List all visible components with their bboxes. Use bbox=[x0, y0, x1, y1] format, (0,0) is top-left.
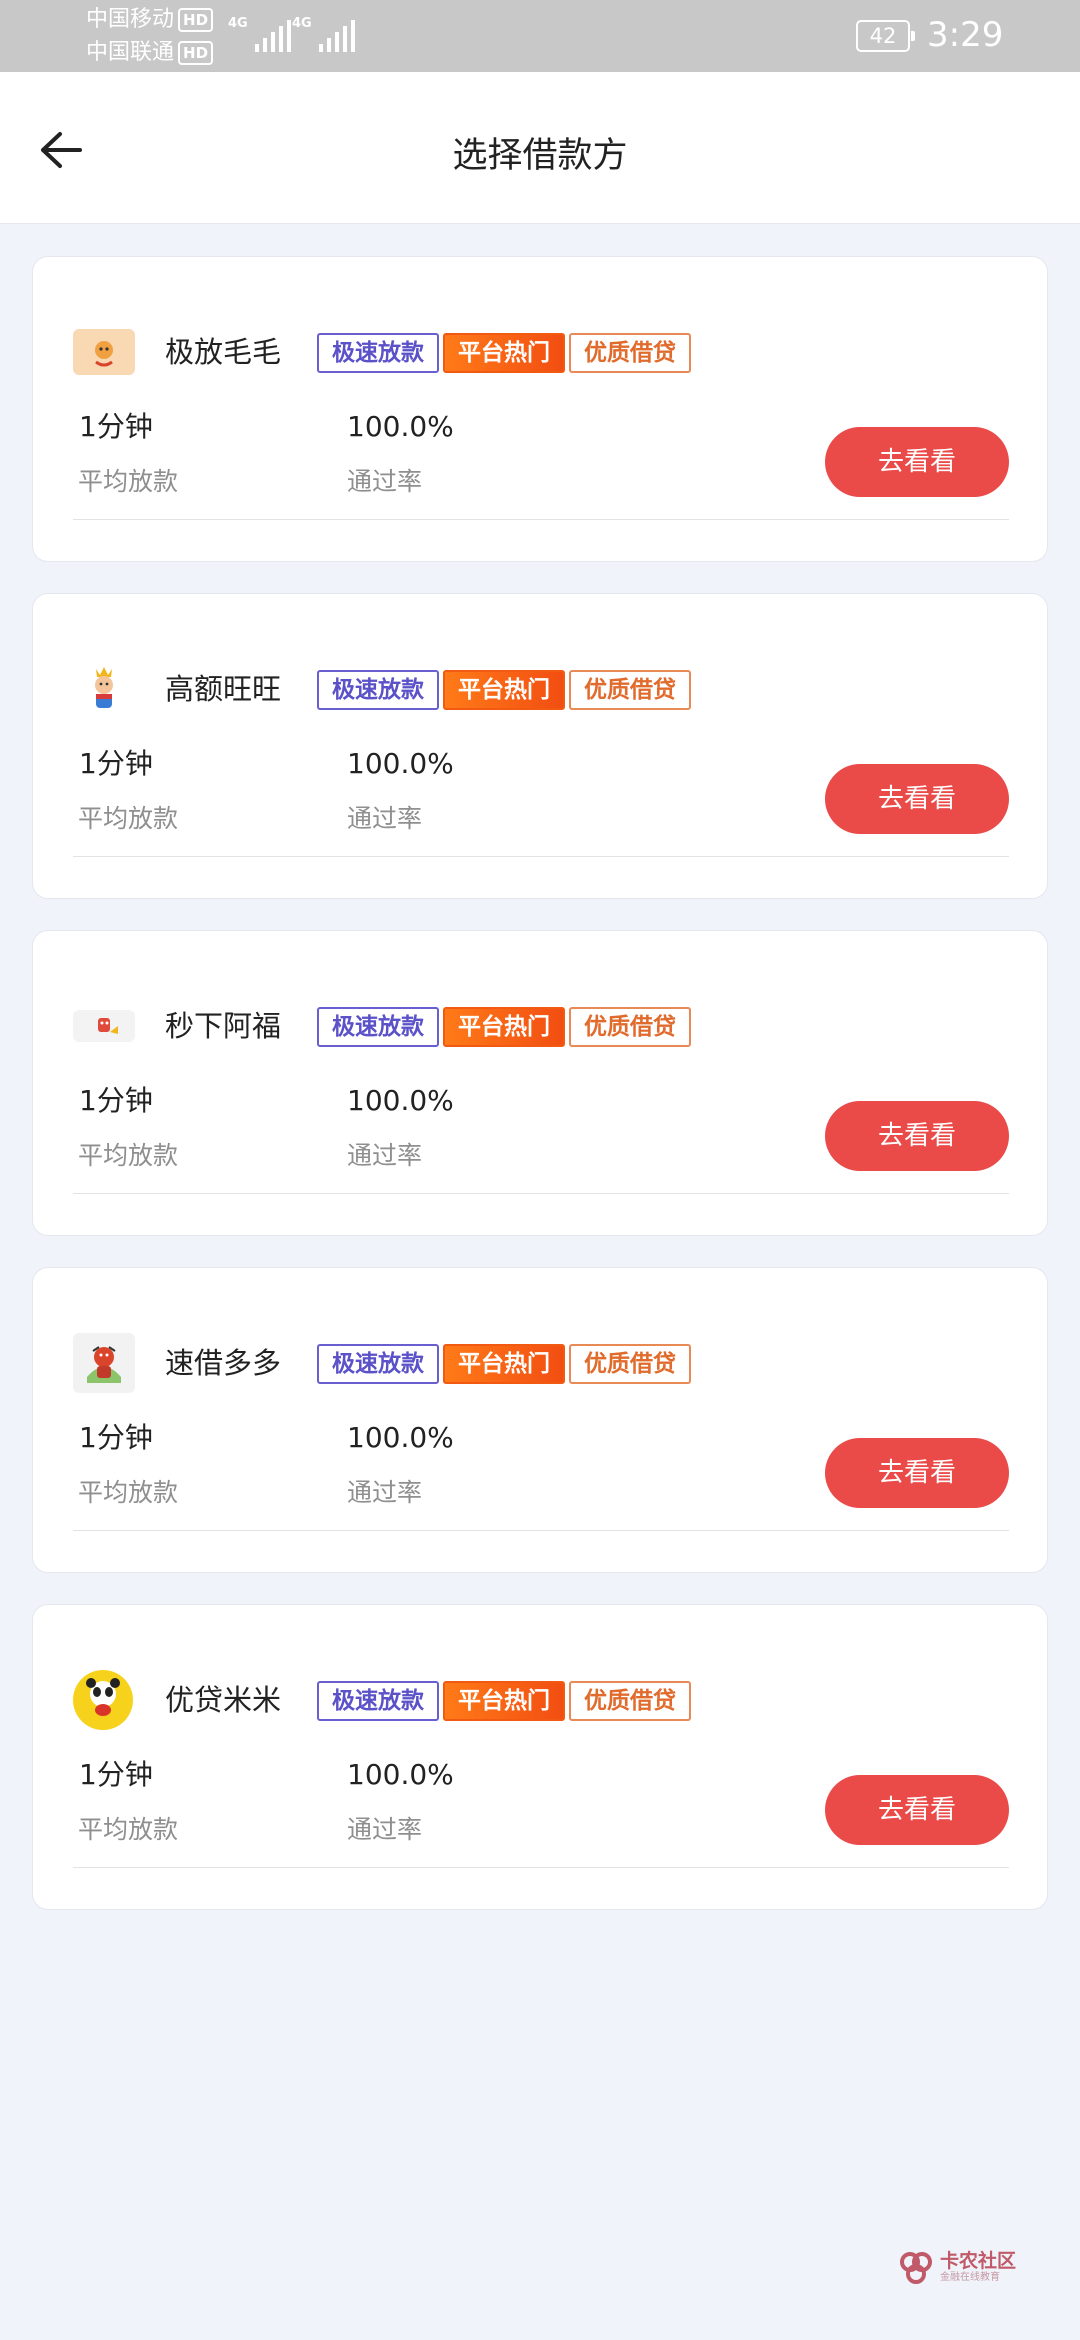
view-button[interactable]: 去看看 bbox=[825, 764, 1009, 834]
status-bar: 中国移动 HD 中国联通 HD 4G 4G 42 3:29 bbox=[0, 0, 1080, 72]
lender-name: 极放毛毛 bbox=[165, 335, 282, 369]
tag-group: 极速放款 平台热门 优质借贷 bbox=[317, 1007, 691, 1047]
divider bbox=[73, 1193, 1009, 1194]
pass-rate-label: 通过率 bbox=[347, 804, 423, 833]
carrier-2-name: 中国联通 bbox=[86, 40, 175, 65]
page-title: 选择借款方 bbox=[452, 136, 628, 176]
pass-rate-value: 100.0% bbox=[347, 747, 454, 780]
lender-name: 秒下阿福 bbox=[165, 1009, 282, 1043]
lender-card: 秒下阿福 极速放款 平台热门 优质借贷 1分钟 平均放款 100.0% 通过率 … bbox=[32, 930, 1048, 1236]
lender-name: 优贷米米 bbox=[165, 1683, 282, 1717]
lender-name: 高额旺旺 bbox=[165, 672, 282, 706]
watermark-logo-icon bbox=[900, 2252, 932, 2284]
battery-icon: 42 bbox=[856, 20, 915, 52]
tag-quality: 优质借贷 bbox=[569, 333, 691, 373]
lender-logo-icon bbox=[73, 1670, 133, 1730]
lender-card: 极放毛毛 极速放款 平台热门 优质借贷 1分钟 平均放款 100.0% 通过率 … bbox=[32, 256, 1048, 562]
tag-hot: 平台热门 bbox=[443, 1007, 565, 1047]
tag-speed: 极速放款 bbox=[317, 333, 439, 373]
tag-speed: 极速放款 bbox=[317, 670, 439, 710]
network-2: 4G bbox=[292, 16, 312, 31]
tag-speed: 极速放款 bbox=[317, 1681, 439, 1721]
tag-group: 极速放款 平台热门 优质借贷 bbox=[317, 333, 691, 373]
tag-group: 极速放款 平台热门 优质借贷 bbox=[317, 1344, 691, 1384]
tag-hot: 平台热门 bbox=[443, 1344, 565, 1384]
tag-quality: 优质借贷 bbox=[569, 1344, 691, 1384]
divider bbox=[73, 519, 1009, 520]
loan-time-label: 平均放款 bbox=[78, 1478, 179, 1507]
pass-rate-label: 通过率 bbox=[347, 467, 423, 496]
loan-time-value: 1分钟 bbox=[79, 1421, 153, 1454]
carrier-2: 中国联通 HD bbox=[86, 40, 214, 66]
lender-card: 速借多多 极速放款 平台热门 优质借贷 1分钟 平均放款 100.0% 通过率 … bbox=[32, 1267, 1048, 1573]
tag-hot: 平台热门 bbox=[443, 1681, 565, 1721]
tag-hot: 平台热门 bbox=[443, 333, 565, 373]
watermark-subtitle: 金融在线教育 bbox=[940, 2272, 1000, 2283]
carrier-1: 中国移动 HD bbox=[86, 7, 214, 33]
pass-rate-label: 通过率 bbox=[347, 1141, 423, 1170]
clock: 3:29 bbox=[927, 15, 1004, 55]
lender-logo-icon bbox=[73, 329, 135, 375]
header: 选择借款方 bbox=[0, 72, 1080, 224]
network-1: 4G bbox=[228, 16, 248, 31]
loan-time-label: 平均放款 bbox=[78, 467, 179, 496]
battery-level: 42 bbox=[869, 24, 897, 48]
tag-hot: 平台热门 bbox=[443, 670, 565, 710]
tag-quality: 优质借贷 bbox=[569, 1681, 691, 1721]
signal-2-icon: 4G bbox=[292, 16, 355, 52]
loan-time-value: 1分钟 bbox=[79, 410, 153, 443]
pass-rate-value: 100.0% bbox=[347, 410, 454, 443]
pass-rate-value: 100.0% bbox=[347, 1758, 454, 1791]
pass-rate-value: 100.0% bbox=[347, 1084, 454, 1117]
lender-list: 极放毛毛 极速放款 平台热门 优质借贷 1分钟 平均放款 100.0% 通过率 … bbox=[32, 256, 1048, 1941]
divider bbox=[73, 1530, 1009, 1531]
loan-time-value: 1分钟 bbox=[79, 1084, 153, 1117]
pass-rate-label: 通过率 bbox=[347, 1478, 423, 1507]
hd-badge: HD bbox=[178, 41, 214, 65]
watermark: 卡农社区 金融在线教育 bbox=[898, 2250, 1016, 2286]
view-button[interactable]: 去看看 bbox=[825, 1438, 1009, 1508]
view-button[interactable]: 去看看 bbox=[825, 1775, 1009, 1845]
view-button[interactable]: 去看看 bbox=[825, 1101, 1009, 1171]
tag-speed: 极速放款 bbox=[317, 1007, 439, 1047]
view-button[interactable]: 去看看 bbox=[825, 427, 1009, 497]
lender-logo-icon bbox=[73, 1010, 135, 1042]
divider bbox=[73, 1867, 1009, 1868]
pass-rate-label: 通过率 bbox=[347, 1815, 423, 1844]
loan-time-label: 平均放款 bbox=[78, 1815, 179, 1844]
pass-rate-value: 100.0% bbox=[347, 1421, 454, 1454]
lender-card: 优贷米米 极速放款 平台热门 优质借贷 1分钟 平均放款 100.0% 通过率 … bbox=[32, 1604, 1048, 1910]
tag-group: 极速放款 平台热门 优质借贷 bbox=[317, 1681, 691, 1721]
loan-time-value: 1分钟 bbox=[79, 1758, 153, 1791]
lender-logo-icon bbox=[73, 666, 135, 712]
loan-time-value: 1分钟 bbox=[79, 747, 153, 780]
lender-logo-icon bbox=[73, 1333, 135, 1393]
tag-quality: 优质借贷 bbox=[569, 670, 691, 710]
divider bbox=[73, 856, 1009, 857]
hd-badge: HD bbox=[178, 8, 214, 32]
signal-1-icon: 4G bbox=[228, 16, 291, 52]
watermark-title: 卡农社区 bbox=[940, 2250, 1017, 2272]
loan-time-label: 平均放款 bbox=[78, 1141, 179, 1170]
loan-time-label: 平均放款 bbox=[78, 804, 179, 833]
carrier-1-name: 中国移动 bbox=[86, 7, 175, 32]
tag-group: 极速放款 平台热门 优质借贷 bbox=[317, 670, 691, 710]
lender-card: 高额旺旺 极速放款 平台热门 优质借贷 1分钟 平均放款 100.0% 通过率 … bbox=[32, 593, 1048, 899]
lender-name: 速借多多 bbox=[165, 1346, 282, 1380]
tag-speed: 极速放款 bbox=[317, 1344, 439, 1384]
tag-quality: 优质借贷 bbox=[569, 1007, 691, 1047]
